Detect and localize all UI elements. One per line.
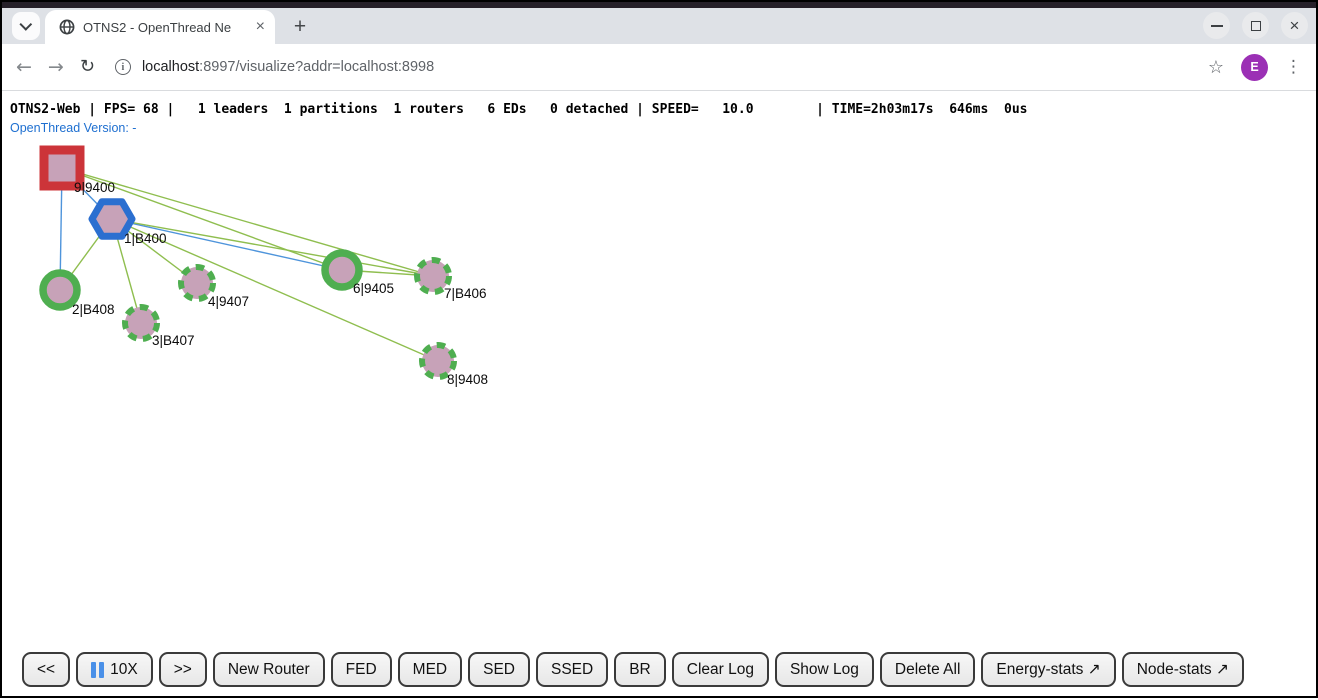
navbar-right: ☆ E ⋮ [1208,54,1302,81]
close-button[interactable]: × [1281,12,1308,39]
status-bar: OTNS2-Web | FPS= 68 | 1 leaders 1 partit… [10,102,1027,135]
menu-kebab-icon[interactable]: ⋮ [1285,57,1302,77]
openthread-version-link[interactable]: OpenThread Version: - [10,121,1027,135]
chevron-down-icon [19,18,32,31]
button-label: Delete All [895,661,960,679]
node-stats-button[interactable]: Node-stats ↗ [1122,652,1244,687]
add-br-button[interactable]: BR [614,652,666,687]
forward-icon[interactable]: → [48,58,64,77]
delete-all-button[interactable]: Delete All [880,652,975,687]
network-node-9408[interactable] [422,345,454,377]
profile-avatar[interactable]: E [1241,54,1268,81]
node-label-9405: 6|9405 [353,281,394,296]
node-shape-circle-solid [43,273,77,307]
node-shape-hexagon [92,202,132,237]
new-tab-button[interactable]: + [286,13,314,41]
node-label-9407: 4|9407 [208,294,249,309]
add-fed-button[interactable]: FED [331,652,392,687]
node-shape-circle-dashed [181,267,213,299]
pause-icon [91,662,104,678]
tab-search-button[interactable] [12,12,40,40]
node-label-B408: 2|B408 [72,302,115,317]
tab-title: OTNS2 - OpenThread Ne [83,20,248,35]
button-label: FED [346,661,377,679]
action-toolbar: << 10X >> New Router FED MED SED SSED BR Clear Lo… [22,652,1244,687]
button-label: << [37,661,55,679]
node-label-B406: 7|B406 [444,286,487,301]
network-edge-B400-9405 [112,219,342,270]
reload-icon[interactable]: ↻ [80,58,95,76]
button-label: SED [483,661,515,679]
energy-stats-button[interactable]: Energy-stats ↗ [981,652,1115,687]
network-node-B407[interactable] [125,307,157,339]
network-node-B400[interactable] [92,202,132,237]
minimize-icon [1211,25,1223,27]
node-shape-square [44,150,80,186]
show-log-button[interactable]: Show Log [775,652,874,687]
info-icon[interactable]: i [115,59,131,75]
node-label-B400: 1|B400 [124,231,167,246]
tab-close-icon[interactable]: × [256,19,265,35]
button-label: Clear Log [687,661,754,679]
network-node-B406[interactable] [417,260,449,292]
network-edge-B400-9408 [112,219,438,361]
url-host: localhost [142,59,199,75]
add-med-button[interactable]: MED [398,652,462,687]
url-text[interactable]: localhost:8997/visualize?addr=localhost:… [142,59,434,75]
window-controls: × [1203,12,1308,39]
node-label-9408: 8|9408 [447,372,488,387]
maximize-button[interactable] [1242,12,1269,39]
button-label: Node-stats ↗ [1137,660,1229,679]
node-shape-circle-dashed [422,345,454,377]
node-shape-circle-dashed [125,307,157,339]
close-icon: × [1290,17,1300,34]
button-label: New Router [228,661,310,679]
bookmark-star-icon[interactable]: ☆ [1208,57,1224,78]
button-label: 10X [110,661,138,679]
globe-favicon-icon [59,19,75,35]
new-router-button[interactable]: New Router [213,652,325,687]
browser-navbar: ← → ↻ i localhost:8997/visualize?addr=lo… [2,44,1316,91]
network-node-9400[interactable] [44,150,80,186]
network-node-9405[interactable] [325,253,359,287]
minimize-button[interactable] [1203,12,1230,39]
button-label: MED [413,661,447,679]
network-edge-B400-B406 [112,219,433,276]
url-bar[interactable]: i localhost:8997/visualize?addr=localhos… [111,59,1192,75]
node-shape-circle-solid [325,253,359,287]
network-node-B408[interactable] [43,273,77,307]
button-label: >> [174,661,192,679]
speed-up-button[interactable]: >> [159,652,207,687]
add-sed-button[interactable]: SED [468,652,530,687]
back-icon[interactable]: ← [16,58,32,77]
browser-tab[interactable]: OTNS2 - OpenThread Ne × [45,10,275,44]
network-node-9407[interactable] [181,267,213,299]
status-line: OTNS2-Web | FPS= 68 | 1 leaders 1 partit… [10,102,1027,117]
tab-strip: OTNS2 - OpenThread Ne × + × [2,8,1316,44]
node-shape-circle-dashed [417,260,449,292]
node-label-B407: 3|B407 [152,333,195,348]
button-label: Show Log [790,661,859,679]
url-path: :8997/visualize?addr=localhost:8998 [199,59,434,75]
speed-down-button[interactable]: << [22,652,70,687]
button-label: BR [629,661,651,679]
add-ssed-button[interactable]: SSED [536,652,608,687]
maximize-icon [1251,21,1261,31]
clear-log-button[interactable]: Clear Log [672,652,769,687]
button-label: Energy-stats ↗ [996,660,1100,679]
pause-speed-button[interactable]: 10X [76,652,153,687]
button-label: SSED [551,661,593,679]
